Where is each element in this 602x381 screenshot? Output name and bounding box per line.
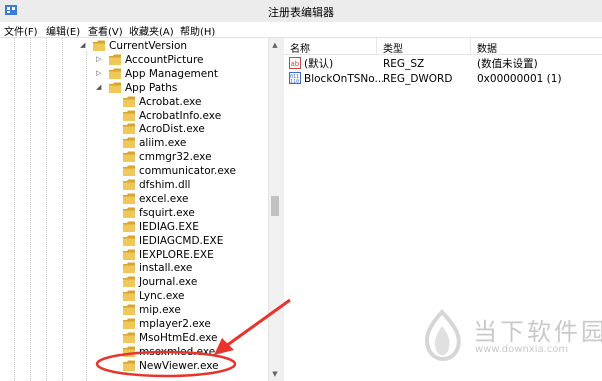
folder-icon [122,178,136,191]
tree-item-label: install.exe [139,262,193,275]
folder-icon [122,220,136,233]
column-data-header[interactable]: 数据 [477,40,497,55]
folder-icon [122,359,136,372]
tree-expanded-arrow-icon[interactable]: ◢ [96,83,105,92]
value-data: 0x00000001 (1) [477,73,562,85]
column-divider[interactable] [376,38,377,54]
folder-icon [122,331,136,344]
menu-help[interactable]: 帮助(H) [180,23,215,38]
value-row[interactable]: 011 110 BlockOnTSNo... REG_DWORD 0x00000… [284,72,602,86]
tree-item-label: AccountPicture [125,53,204,66]
dword-value-icon: 011 110 [289,72,301,84]
tree-item-label: Acrobat.exe [139,95,202,108]
folder-icon [122,136,136,149]
tree-item-label: CurrentVersion [109,40,188,52]
watermark-url: www.downxia.com [475,344,569,355]
folder-icon [108,67,122,80]
tree-item-label: IEXPLORE.EXE [139,248,214,261]
folder-icon [122,206,136,219]
folder-icon [122,150,136,163]
menu-edit[interactable]: 编辑(E) [46,23,80,38]
folder-icon [122,261,136,274]
folder-icon [122,234,136,247]
value-type: REG_DWORD [383,73,453,85]
scroll-down-arrow-icon[interactable]: ▼ [269,370,280,378]
folder-icon [122,275,136,288]
tree-item-label: communicator.exe [139,165,236,178]
scroll-up-arrow-icon[interactable]: ▲ [269,41,280,49]
column-type-header[interactable]: 类型 [383,40,403,55]
folder-icon [122,289,136,302]
column-header: 名称 类型 数据 [284,38,602,55]
column-name-header[interactable]: 名称 [290,40,310,55]
tree-item-label: NewViewer.exe [139,359,219,372]
menu-view[interactable]: 查看(V) [88,23,123,38]
folder-icon [122,122,136,135]
tree-collapsed-arrow-icon[interactable]: ▷ [96,69,105,78]
tree-expanded-arrow-icon[interactable]: ◢ [80,41,89,50]
registry-tree[interactable]: ◢ CurrentVersion ▷ AccountPicture ▷ App Manag… [0,38,280,381]
tree-item-label: IEDIAG.EXE [139,220,199,233]
tree-guide-line [30,38,31,381]
tree-collapsed-arrow-icon[interactable]: ▷ [96,55,105,64]
folder-icon [108,81,122,94]
watermark-logo-icon [424,309,461,361]
menu-favorites[interactable]: 收藏夹(A) [129,23,174,38]
string-value-icon: ab [289,57,301,69]
tree-item-label: aliim.exe [139,137,187,150]
tree-item-label: dfshim.dll [139,179,191,191]
value-name: BlockOnTSNo... [304,73,385,85]
folder-icon [122,109,136,122]
tree-item-label: mplayer2.exe [139,318,211,330]
folder-icon [108,53,122,66]
tree-item-label: cmmgr32.exe [139,151,212,164]
tree-item-label: mip.exe [139,304,181,317]
tree-guide-line [14,38,15,381]
menu-file[interactable]: 文件(F) [4,23,38,38]
svg-text:110: 110 [290,79,299,84]
tree-item-label: App Management [125,67,219,80]
folder-icon [92,39,106,52]
tree-item-label: AcroDist.exe [139,123,205,136]
column-divider[interactable] [470,38,471,54]
value-row[interactable]: ab (默认) REG_SZ (数值未设置) [284,57,602,71]
folder-icon [122,95,136,108]
folder-icon [122,303,136,316]
window-title: 注册表编辑器 [268,6,334,19]
tree-guide-line [62,38,63,381]
title-bar: 注册表编辑器 [0,0,602,22]
tree-item-label: Lync.exe [139,290,185,303]
value-type: REG_SZ [383,58,425,70]
folder-icon [122,164,136,177]
tree-guide-line [86,52,87,381]
tree-scrollbar[interactable]: ▲ ▼ [268,38,280,381]
tree-item-label: excel.exe [139,192,189,205]
tree-guide-line [46,38,47,381]
tree-item-label: IEDIAGCMD.EXE [139,234,224,247]
tree-item-label: msoxmled.exe [139,345,216,358]
value-data: (数值未设置) [477,58,538,70]
folder-icon [122,192,136,205]
menu-bar: 文件(F) 编辑(E) 查看(V) 收藏夹(A) 帮助(H) [0,22,602,38]
watermark-name: 当下软件园 [473,318,602,346]
folder-icon [122,248,136,261]
tree-item-label: App Paths [125,81,178,94]
watermark: 当下软件园 www.downxia.com [415,308,602,368]
svg-text:ab: ab [291,60,300,68]
tree-item-label: MsoHtmEd.exe [139,331,218,344]
value-name: (默认) [304,58,334,70]
folder-icon [122,345,136,358]
tree-item-label: AcrobatInfo.exe [139,109,222,122]
tree-item-label: fsquirt.exe [139,206,195,219]
scroll-thumb[interactable] [271,196,279,216]
tree-item-label: Journal.exe [139,276,198,289]
folder-icon [122,317,136,330]
